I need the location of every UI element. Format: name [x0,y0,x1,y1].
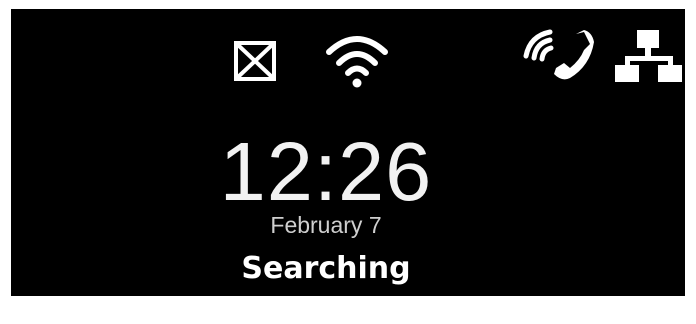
network-status-text: Searching [241,251,411,286]
wifi-calling-icon [523,29,594,80]
wifi-icon [326,36,388,88]
clock-date: February 7 [270,212,382,238]
clock-time: 12:26 [219,125,433,218]
lock-screen: 12:26 February 7 Searching [11,9,685,296]
mail-icon [234,41,276,81]
network-icon [615,30,682,82]
